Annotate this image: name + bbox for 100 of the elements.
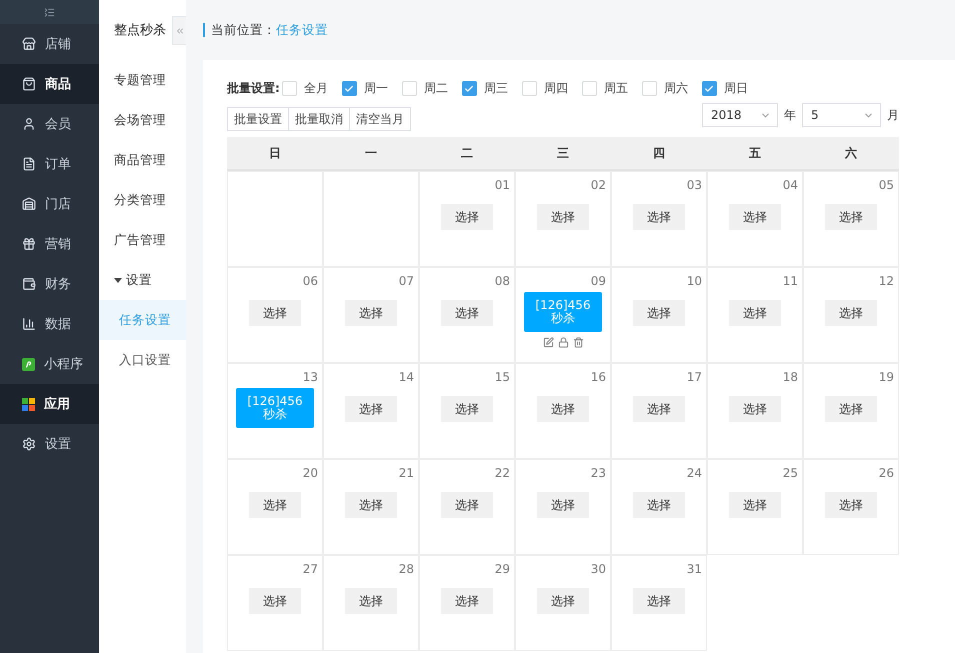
sub-nav-item[interactable]: 会场管理 <box>99 100 186 140</box>
day-number: 22 <box>494 466 510 480</box>
select-button[interactable]: 选择 <box>633 204 685 230</box>
nav-label: 会员 <box>45 116 71 133</box>
select-button[interactable]: 选择 <box>441 300 493 326</box>
nav-item[interactable]: 数据 <box>0 304 99 344</box>
nav-label: 财务 <box>45 276 71 293</box>
apps-icon <box>22 398 35 410</box>
select-button[interactable]: 选择 <box>441 588 493 614</box>
day-number: 07 <box>398 274 414 288</box>
checkbox-label: 周日 <box>724 80 748 97</box>
select-button[interactable]: 选择 <box>729 492 781 518</box>
nav-item[interactable]: 商品 <box>0 64 99 104</box>
batch-label: 批量设置: <box>227 80 280 97</box>
year-select[interactable]: 2018 <box>702 103 778 127</box>
day-number: 18 <box>782 370 798 384</box>
select-button[interactable]: 选择 <box>249 300 301 326</box>
nav-label: 数据 <box>45 316 71 333</box>
select-button[interactable]: 选择 <box>825 492 877 518</box>
select-button[interactable]: 选择 <box>633 588 685 614</box>
nav-item[interactable]: 店铺 <box>0 24 99 64</box>
nav-item[interactable]: 营销 <box>0 224 99 264</box>
day-number: 04 <box>782 178 798 192</box>
check-icon <box>704 84 714 94</box>
day-number: 24 <box>686 466 702 480</box>
month-select[interactable]: 5 <box>802 103 881 127</box>
checkbox-label: 周六 <box>664 80 688 97</box>
weekday-header: 一 <box>323 137 419 171</box>
checkbox-label: 周五 <box>604 80 628 97</box>
day-number: 10 <box>686 274 702 288</box>
checkbox[interactable] <box>462 81 477 96</box>
sub-nav-item[interactable]: 商品管理 <box>99 140 186 180</box>
select-button[interactable]: 选择 <box>729 300 781 326</box>
nav-label: 店铺 <box>45 36 71 53</box>
select-button[interactable]: 选择 <box>729 396 781 422</box>
select-button[interactable]: 选择 <box>537 396 589 422</box>
section-title: 整点秒杀 <box>113 22 167 40</box>
select-button[interactable]: 选择 <box>345 396 397 422</box>
day-number: 09 <box>590 274 606 288</box>
store-icon <box>22 37 36 51</box>
lock-icon[interactable] <box>558 337 568 348</box>
select-button[interactable]: 选择 <box>825 396 877 422</box>
sub-nav-item[interactable]: 设置 <box>99 260 186 300</box>
day-number: 31 <box>686 562 702 576</box>
day-number: 06 <box>302 274 318 288</box>
select-button[interactable]: 选择 <box>345 492 397 518</box>
sub-nav-item[interactable]: 分类管理 <box>99 180 186 220</box>
select-button[interactable]: 选择 <box>345 300 397 326</box>
select-button[interactable]: 选择 <box>825 204 877 230</box>
day-number: 21 <box>398 466 414 480</box>
nav-item[interactable]: 订单 <box>0 144 99 184</box>
day-number: 29 <box>494 562 510 576</box>
day-number: 23 <box>590 466 606 480</box>
select-button[interactable]: 选择 <box>633 492 685 518</box>
batch-button[interactable]: 批量设置 <box>227 107 289 131</box>
day-number: 27 <box>302 562 318 576</box>
select-button[interactable]: 选择 <box>537 492 589 518</box>
shop-icon <box>22 197 36 211</box>
chevrons-left-icon <box>174 26 184 36</box>
batch-button[interactable]: 批量取消 <box>288 107 350 131</box>
menu-icon[interactable] <box>44 6 55 18</box>
select-button[interactable]: 选择 <box>249 492 301 518</box>
select-button[interactable]: 选择 <box>825 300 877 326</box>
checkbox[interactable] <box>702 81 717 96</box>
settings-icon <box>22 437 36 451</box>
nav-item[interactable]: 会员 <box>0 104 99 144</box>
checkbox[interactable] <box>342 81 357 96</box>
nav-item[interactable]: 应用 <box>0 384 99 424</box>
sub-nav-item[interactable]: 入口设置 <box>99 340 186 380</box>
day-number: 26 <box>878 466 894 480</box>
weekday-header: 六 <box>803 137 899 171</box>
nav-label: 小程序 <box>44 356 83 373</box>
select-button[interactable]: 选择 <box>633 396 685 422</box>
sub-nav-item[interactable]: 广告管理 <box>99 220 186 260</box>
day-number: 08 <box>494 274 510 288</box>
select-button[interactable]: 选择 <box>729 204 781 230</box>
select-button[interactable]: 选择 <box>441 396 493 422</box>
select-button[interactable]: 选择 <box>633 300 685 326</box>
nav-item[interactable]: 设置 <box>0 424 99 464</box>
select-button[interactable]: 选择 <box>537 204 589 230</box>
select-button[interactable]: 选择 <box>345 588 397 614</box>
checkbox-label: 周二 <box>424 80 448 97</box>
batch-button[interactable]: 清空当月 <box>349 107 411 131</box>
chart-icon <box>22 317 36 331</box>
select-button[interactable]: 选择 <box>537 588 589 614</box>
nav-item[interactable]: 小程序 <box>0 344 99 384</box>
day-number: 11 <box>782 274 798 288</box>
select-button[interactable]: 选择 <box>249 588 301 614</box>
trash-icon[interactable] <box>572 337 584 348</box>
nav-item[interactable]: 财务 <box>0 264 99 304</box>
day-number: 16 <box>590 370 606 384</box>
weekday-header: 四 <box>611 137 707 171</box>
select-button[interactable]: 选择 <box>441 492 493 518</box>
nav-item[interactable]: 门店 <box>0 184 99 224</box>
nav-label: 应用 <box>44 396 70 413</box>
edit-icon[interactable] <box>542 337 554 348</box>
collapse-button[interactable] <box>172 16 186 45</box>
sub-nav-item[interactable]: 专题管理 <box>99 60 186 100</box>
nav-label: 商品 <box>45 76 71 93</box>
select-button[interactable]: 选择 <box>441 204 493 230</box>
